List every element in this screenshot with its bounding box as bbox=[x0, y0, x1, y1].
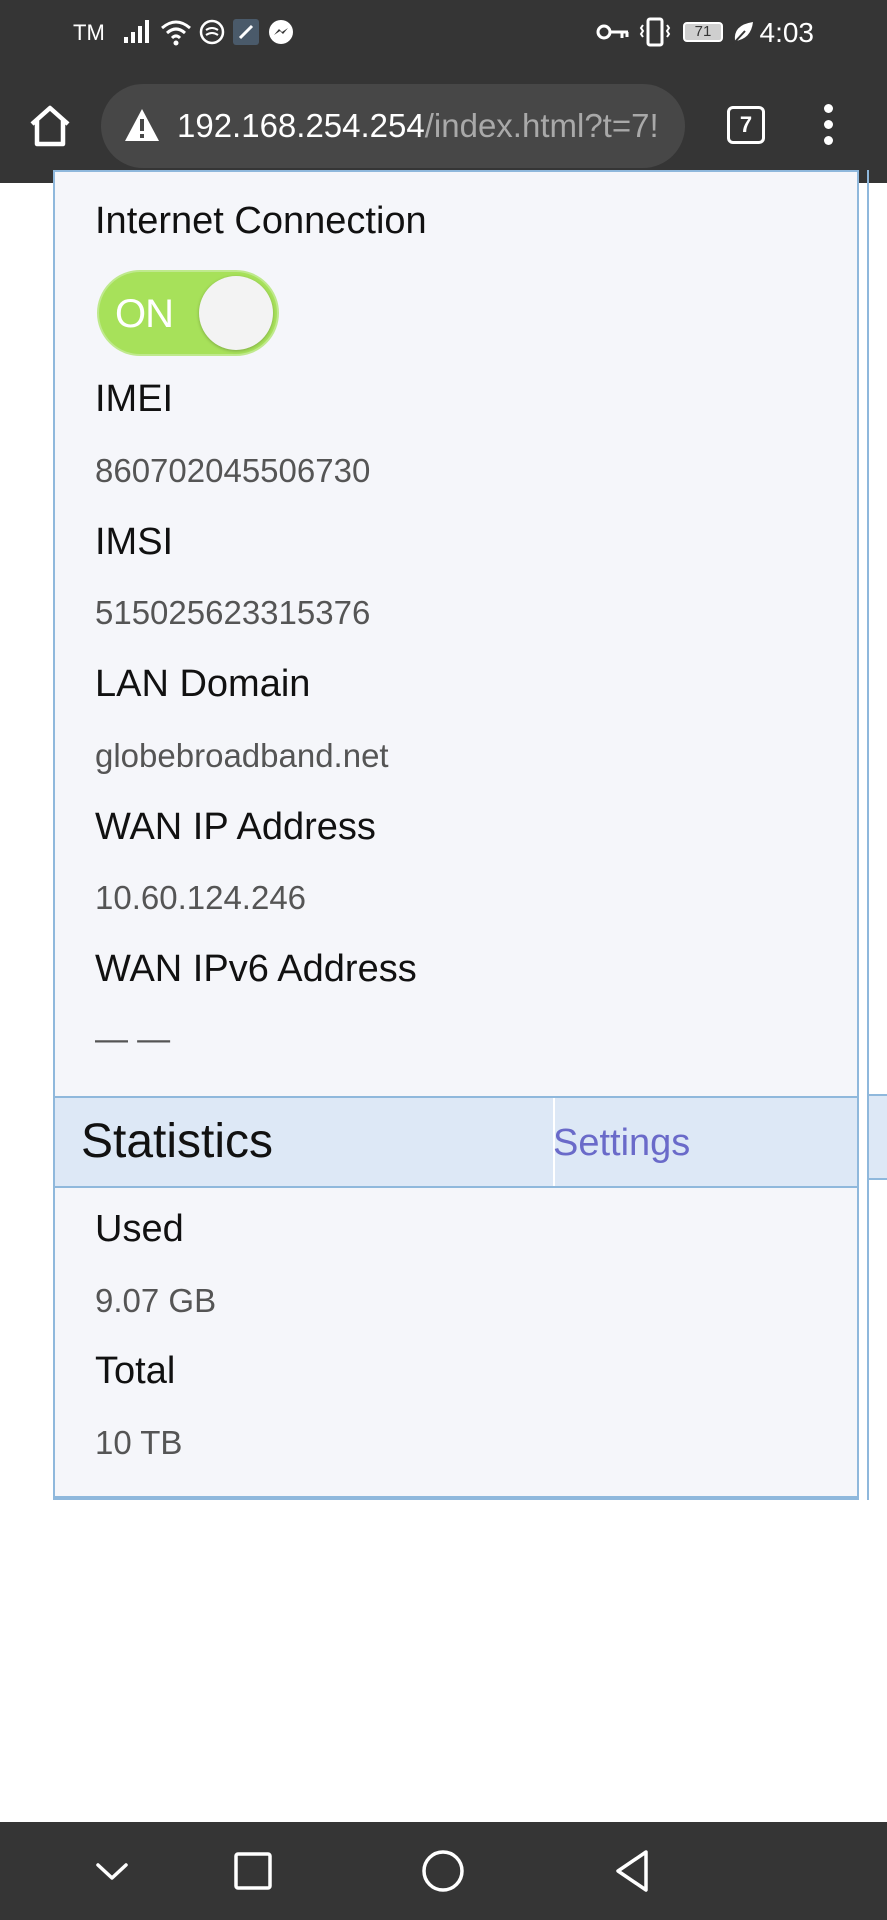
carrier-label: TM bbox=[73, 20, 105, 45]
adjacent-panel-header bbox=[869, 1094, 887, 1180]
device-info-panel: Internet Connection ON IMEI 860702045506… bbox=[53, 170, 859, 1500]
warning-icon[interactable] bbox=[123, 107, 161, 143]
battery-icon: 71 bbox=[683, 22, 723, 42]
vpn-key-icon bbox=[596, 16, 630, 48]
panel-bottom-border bbox=[55, 172, 857, 1498]
home-circle-icon[interactable] bbox=[418, 1846, 468, 1896]
status-bar: TM 71 4:03 bbox=[0, 0, 887, 66]
vibrate-icon bbox=[638, 16, 672, 48]
url-path: /index.html?t=7! bbox=[424, 107, 659, 144]
recents-icon[interactable] bbox=[228, 1846, 278, 1896]
home-icon[interactable] bbox=[26, 102, 74, 150]
url-text[interactable]: 192.168.254.254/index.html?t=7! bbox=[177, 106, 677, 146]
address-bar[interactable]: 192.168.254.254/index.html?t=7! bbox=[101, 84, 685, 168]
back-icon[interactable] bbox=[608, 1846, 658, 1896]
url-host: 192.168.254.254 bbox=[177, 107, 425, 144]
more-menu-icon[interactable] bbox=[818, 104, 838, 148]
wifi-icon bbox=[160, 16, 192, 48]
adjacent-panel-edge bbox=[867, 170, 869, 1500]
tabs-icon[interactable]: 7 bbox=[727, 106, 765, 144]
data-saver-icon bbox=[198, 16, 226, 48]
system-nav-bar bbox=[0, 1822, 887, 1920]
messenger-icon bbox=[267, 16, 295, 48]
signal-icon bbox=[122, 16, 152, 48]
app-icon bbox=[232, 16, 260, 48]
clock: 4:03 bbox=[759, 17, 815, 48]
browser-toolbar: 192.168.254.254/index.html?t=7! 7 bbox=[0, 66, 887, 183]
collapse-icon[interactable] bbox=[87, 1846, 137, 1896]
eco-leaf-icon bbox=[731, 16, 755, 48]
